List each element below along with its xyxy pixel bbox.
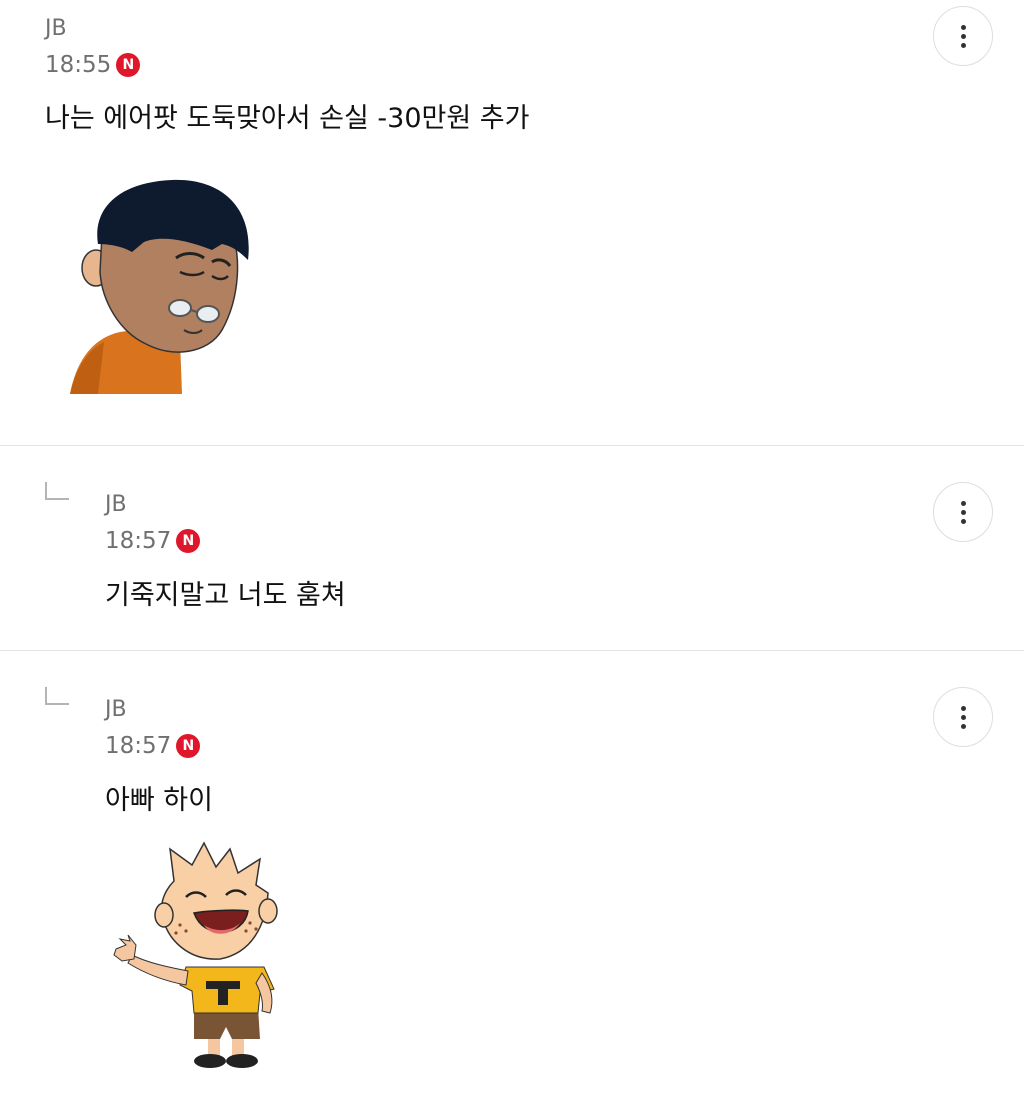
comment-author[interactable]: JB (105, 696, 127, 724)
new-badge-label: N (182, 533, 195, 549)
more-vertical-icon (960, 24, 966, 30)
new-badge-label: N (182, 738, 195, 754)
comment-text: 나는 에어팟 도둑맞아서 손실 -30만원 추가 (45, 103, 530, 134)
comment-author[interactable]: JB (45, 15, 67, 43)
comment-time: 18:57 (105, 528, 172, 554)
reply-arrow-icon (45, 687, 69, 705)
more-options-button[interactable] (933, 687, 993, 747)
new-badge-icon: N (176, 529, 201, 553)
more-vertical-icon (960, 705, 966, 711)
new-badge-label: N (122, 57, 135, 73)
comment-meta: 18:55 N (45, 50, 141, 80)
new-badge-icon: N (176, 734, 201, 758)
reply-comment-item: JB 18:57 N 기죽지말고 너도 훔쳐 (0, 446, 1024, 650)
comment-text: 아빠 하이 (105, 785, 213, 816)
more-options-button[interactable] (933, 6, 993, 66)
comment-text: 기죽지말고 너도 훔쳐 (105, 580, 346, 611)
new-badge-icon: N (116, 53, 141, 77)
more-options-button[interactable] (933, 482, 993, 542)
comment-meta: 18:57 N (105, 731, 201, 761)
comment-time: 18:57 (105, 733, 172, 759)
waving-boy-sticker (113, 841, 278, 1068)
sad-old-man-sticker (70, 179, 249, 394)
comment-time: 18:55 (45, 52, 112, 78)
reply-arrow-icon (45, 482, 69, 500)
comment-item: JB 18:55 N 나는 에어팟 도둑맞아서 손실 -30만원 추가 (0, 0, 1024, 445)
comment-author[interactable]: JB (105, 491, 127, 519)
more-vertical-icon (960, 500, 966, 506)
comment-meta: 18:57 N (105, 526, 201, 556)
reply-comment-item: JB 18:57 N 아빠 하이 (0, 651, 1024, 1100)
